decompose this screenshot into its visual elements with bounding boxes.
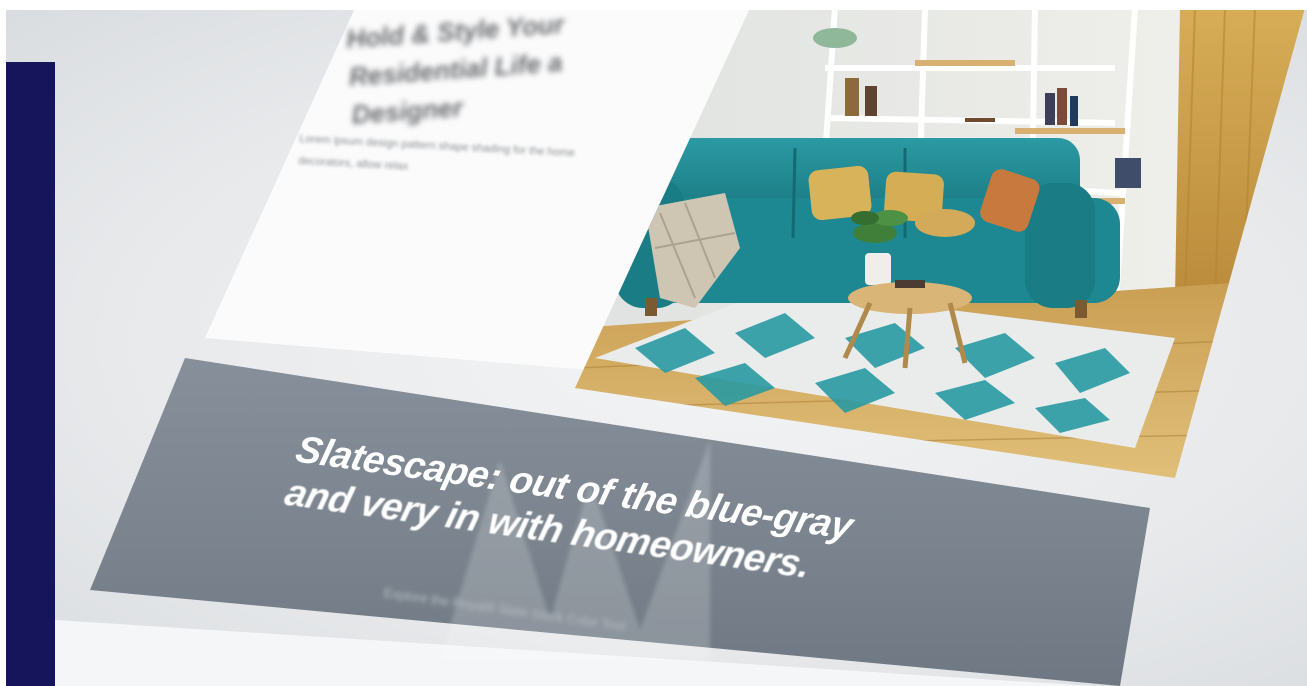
top-margin	[0, 0, 1307, 10]
marketing-mockup-stage: Hold & Style Your Residential Life a Des…	[0, 0, 1307, 686]
navy-accent-bar	[6, 62, 55, 686]
wood-panel	[1175, 8, 1305, 308]
tilted-page-mockup: Hold & Style Your Residential Life a Des…	[0, 0, 1307, 686]
left-margin	[0, 0, 6, 686]
hero-title: Hold & Style Your Residential Life a Des…	[345, 8, 565, 130]
